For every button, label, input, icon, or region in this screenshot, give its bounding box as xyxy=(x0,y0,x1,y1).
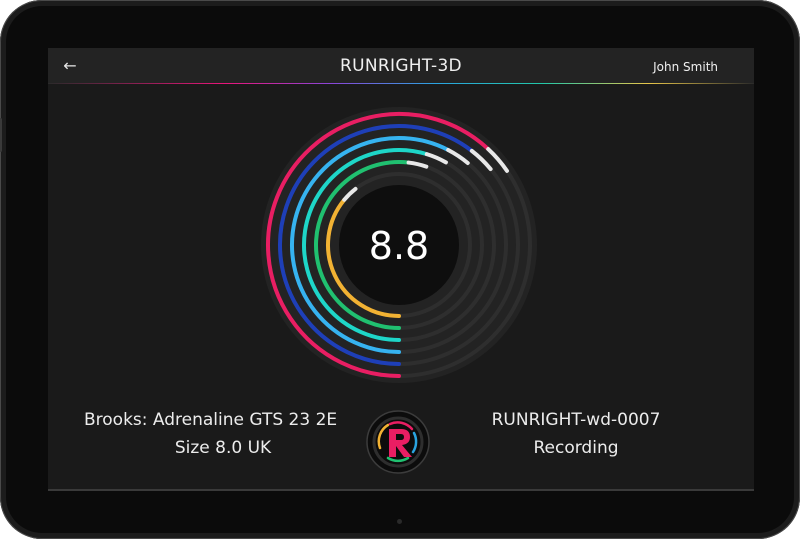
header-gradient-divider xyxy=(48,83,754,84)
side-button xyxy=(0,118,2,152)
shoe-info: Brooks: Adrenaline GTS 23 2E Size 8.0 UK xyxy=(78,406,368,462)
score-gauge: 8.8 xyxy=(261,107,537,383)
device-id: RUNRIGHT-wd-0007 xyxy=(491,410,661,430)
device-info: RUNRIGHT-wd-0007 Recording xyxy=(448,406,704,462)
shoe-model: Brooks: Adrenaline GTS 23 2E xyxy=(84,410,338,430)
page-title: RUNRIGHT-3D xyxy=(340,56,462,76)
camera xyxy=(397,519,402,524)
tablet-frame: ← RUNRIGHT-3D John Smith 8.8 Brooks: Adr… xyxy=(0,0,800,539)
app-logo[interactable] xyxy=(366,410,430,474)
user-name[interactable]: John Smith xyxy=(653,48,718,84)
gauge-score-value: 8.8 xyxy=(369,224,429,268)
shoe-size: Size 8.0 UK xyxy=(174,438,272,458)
recording-status: Recording xyxy=(533,438,619,458)
app-header: ← RUNRIGHT-3D John Smith xyxy=(48,48,754,84)
app-screen: ← RUNRIGHT-3D John Smith 8.8 Brooks: Adr… xyxy=(48,48,754,491)
bottom-divider xyxy=(48,489,754,491)
